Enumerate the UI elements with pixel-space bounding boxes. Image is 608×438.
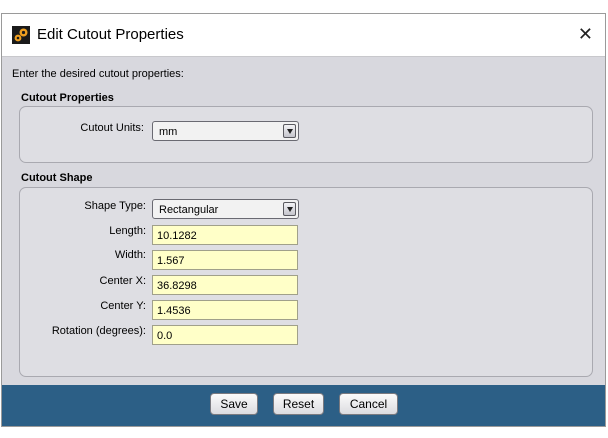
shape-type-label: Shape Type: [84,200,146,212]
center-y-label: Center Y: [100,300,146,312]
button-bar: Save Reset Cancel [2,385,605,426]
cutout-properties-heading: Cutout Properties [21,92,114,104]
cutout-units-label: Cutout Units: [80,122,144,134]
gears-icon [12,26,30,44]
reset-button[interactable]: Reset [273,393,324,415]
cancel-button[interactable]: Cancel [339,393,398,415]
chevron-down-icon[interactable] [283,202,296,216]
close-icon[interactable]: ✕ [578,24,593,44]
cutout-shape-heading: Cutout Shape [21,172,93,184]
center-y-field[interactable]: 1.4536 [152,300,298,320]
cutout-units-value: mm [159,126,178,138]
edit-cutout-dialog: Edit Cutout Properties ✕ Enter the desir… [1,13,606,427]
shape-type-value: Rectangular [159,204,219,216]
save-button[interactable]: Save [210,393,258,415]
dialog-content: Enter the desired cutout properties: Cut… [2,56,605,386]
width-field[interactable]: 1.567 [152,250,298,270]
rotation-field[interactable]: 0.0 [152,325,298,345]
shape-type-select[interactable]: Rectangular [152,199,299,219]
center-x-label: Center X: [99,275,146,287]
length-label: Length: [109,225,146,237]
cutout-properties-group: Cutout Units: mm [19,106,593,163]
width-label: Width: [114,249,146,261]
chevron-down-icon[interactable] [283,124,296,138]
center-x-field[interactable]: 36.8298 [152,275,298,295]
window-title: Edit Cutout Properties [37,26,184,43]
cutout-units-select[interactable]: mm [152,121,299,141]
rotation-label: Rotation (degrees): [51,325,146,337]
instruction-text: Enter the desired cutout properties: [12,68,184,80]
length-field[interactable]: 10.1282 [152,225,298,245]
title-bar[interactable]: Edit Cutout Properties ✕ [2,14,605,56]
